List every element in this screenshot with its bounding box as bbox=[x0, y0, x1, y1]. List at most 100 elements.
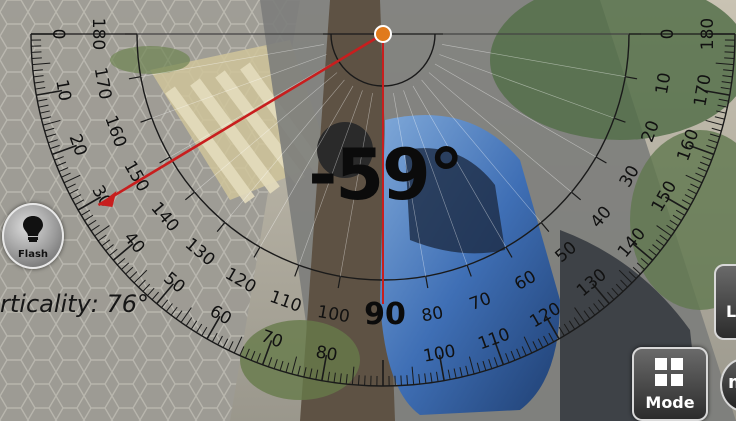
radial-guide bbox=[140, 44, 324, 78]
tick-mark bbox=[165, 303, 173, 312]
tick-mark bbox=[593, 303, 601, 312]
protractor-label: 150 bbox=[648, 177, 682, 215]
inner-tick bbox=[625, 76, 638, 80]
tick-mark bbox=[309, 368, 313, 379]
tick-mark bbox=[563, 323, 570, 333]
tick-mark bbox=[406, 375, 409, 386]
tick-mark bbox=[648, 248, 657, 256]
tick-mark bbox=[87, 219, 97, 227]
inner-tick bbox=[571, 191, 582, 201]
tick-mark bbox=[233, 336, 243, 354]
tick-mark bbox=[56, 161, 67, 167]
protractor-label: 120 bbox=[526, 299, 564, 333]
tick-mark bbox=[705, 119, 724, 126]
tick-mark bbox=[121, 262, 130, 270]
radial-guide bbox=[151, 54, 327, 119]
protractor-label: 180 bbox=[698, 18, 718, 50]
tick-mark bbox=[516, 348, 521, 359]
tick-mark bbox=[161, 299, 169, 308]
tick-mark bbox=[31, 57, 42, 60]
tick-mark bbox=[715, 62, 734, 66]
tick-mark bbox=[58, 167, 69, 172]
tick-mark bbox=[339, 373, 342, 384]
tick-mark bbox=[720, 87, 731, 90]
tick-mark bbox=[709, 133, 720, 138]
inner-tick bbox=[128, 76, 141, 80]
tick-mark bbox=[411, 366, 415, 385]
tick-mark bbox=[606, 291, 615, 300]
protractor-label: 50 bbox=[159, 268, 188, 297]
tick-mark bbox=[543, 335, 549, 346]
tick-mark bbox=[129, 271, 138, 279]
tick-mark bbox=[228, 341, 234, 351]
tick-mark bbox=[32, 62, 51, 66]
tick-mark bbox=[245, 348, 250, 359]
tick-mark bbox=[430, 372, 433, 383]
protractor-label: 40 bbox=[587, 202, 616, 231]
tick-mark bbox=[81, 209, 91, 216]
protractor-label: 130 bbox=[181, 234, 219, 270]
tick-mark bbox=[364, 375, 366, 386]
flash-label: Flash bbox=[17, 249, 49, 260]
tick-mark bbox=[597, 299, 605, 308]
tick-mark bbox=[510, 350, 516, 361]
tick-mark bbox=[655, 239, 665, 247]
mode-button[interactable]: Mode bbox=[632, 347, 708, 421]
side-menu-button[interactable]: L bbox=[714, 264, 736, 340]
protractor-label: 140 bbox=[147, 198, 183, 236]
radial-guide bbox=[442, 44, 626, 78]
tick-mark bbox=[351, 366, 355, 385]
tick-mark bbox=[721, 81, 732, 84]
tick-mark bbox=[724, 57, 735, 60]
tick-mark bbox=[63, 174, 81, 184]
tick-mark bbox=[436, 371, 439, 382]
tick-mark bbox=[706, 144, 716, 150]
protractor-label: 130 bbox=[573, 265, 611, 301]
tick-mark bbox=[702, 156, 712, 161]
center-reading: 90 bbox=[364, 297, 406, 332]
tick-mark bbox=[61, 172, 71, 178]
tick-mark bbox=[185, 317, 193, 327]
tick-mark bbox=[39, 110, 50, 114]
tick-mark bbox=[35, 87, 46, 90]
tick-mark bbox=[685, 174, 703, 184]
lightbulb-icon bbox=[23, 216, 43, 242]
tick-mark bbox=[117, 257, 126, 266]
tick-mark bbox=[217, 335, 223, 346]
protractor-label: 20 bbox=[65, 132, 91, 159]
flash-button[interactable]: Flash bbox=[2, 203, 64, 269]
tick-mark bbox=[548, 332, 555, 343]
protractor-label: 10 bbox=[51, 78, 74, 103]
tick-mark bbox=[711, 127, 722, 132]
protractor-label: 140 bbox=[614, 224, 650, 262]
pivot-knob[interactable] bbox=[374, 25, 392, 43]
tick-mark bbox=[708, 139, 718, 144]
tick-mark bbox=[44, 127, 55, 132]
tick-mark bbox=[33, 75, 44, 78]
tick-mark bbox=[465, 365, 469, 376]
tick-mark bbox=[632, 266, 641, 275]
tick-mark bbox=[418, 374, 421, 385]
tick-mark bbox=[717, 104, 728, 108]
tick-mark bbox=[297, 365, 301, 376]
tick-mark bbox=[620, 279, 628, 288]
inner-tick bbox=[540, 222, 550, 233]
tick-mark bbox=[505, 353, 510, 363]
protractor-label: 170 bbox=[90, 66, 115, 101]
tick-mark bbox=[125, 266, 134, 275]
tick-mark bbox=[573, 317, 581, 327]
mode-label: Mode bbox=[645, 393, 695, 412]
tick-mark bbox=[583, 310, 591, 320]
tick-mark bbox=[101, 239, 111, 247]
tick-mark bbox=[291, 356, 298, 375]
tick-mark bbox=[568, 320, 576, 330]
tick-mark bbox=[537, 338, 544, 348]
protractor-label: 0 bbox=[658, 29, 678, 40]
tick-mark bbox=[424, 373, 427, 384]
tick-mark bbox=[357, 375, 360, 386]
tick-mark bbox=[285, 362, 290, 373]
tick-mark bbox=[687, 188, 697, 195]
protractor-label: 110 bbox=[475, 324, 512, 354]
tick-mark bbox=[345, 374, 348, 385]
tick-mark bbox=[714, 116, 725, 120]
